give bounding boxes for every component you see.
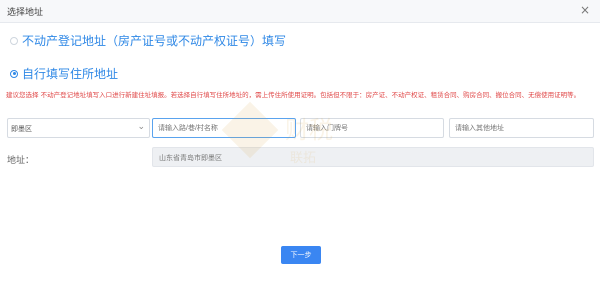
option-property-address[interactable]: 不动产登记地址（房产证号或不动产权证号）填写 (10, 32, 286, 49)
svg-text:联拓: 联拓 (290, 151, 316, 166)
option-self-fill-address-label: 自行填写住所地址 (22, 67, 119, 81)
address-value: 山东省青岛市即墨区 (159, 154, 222, 162)
dialog-title: 选择地址 (7, 8, 44, 18)
watermark-logo: 财税 联拓 (220, 100, 370, 190)
detail-address-input[interactable] (449, 118, 594, 138)
svg-text:财税: 财税 (285, 116, 333, 144)
close-icon[interactable]: × (580, 3, 590, 17)
option-self-fill-address[interactable]: 自行填写住所地址 (10, 65, 118, 82)
district-select[interactable]: 即墨区 ⌄ (7, 118, 150, 138)
next-button[interactable]: 下一步 (281, 246, 321, 264)
district-select-value: 即墨区 (11, 125, 32, 133)
option-property-address-label: 不动产登记地址（房产证号或不动产权证号）填写 (22, 34, 287, 48)
address-label: 地址： (7, 156, 35, 166)
title-bar: 选择地址 × (0, 0, 600, 23)
radio-unchecked-icon[interactable] (10, 36, 18, 45)
chevron-down-icon[interactable]: ⌄ (137, 122, 145, 132)
address-readonly-field: 山东省青岛市即墨区 (152, 147, 594, 167)
radio-checked-icon[interactable] (10, 69, 18, 78)
